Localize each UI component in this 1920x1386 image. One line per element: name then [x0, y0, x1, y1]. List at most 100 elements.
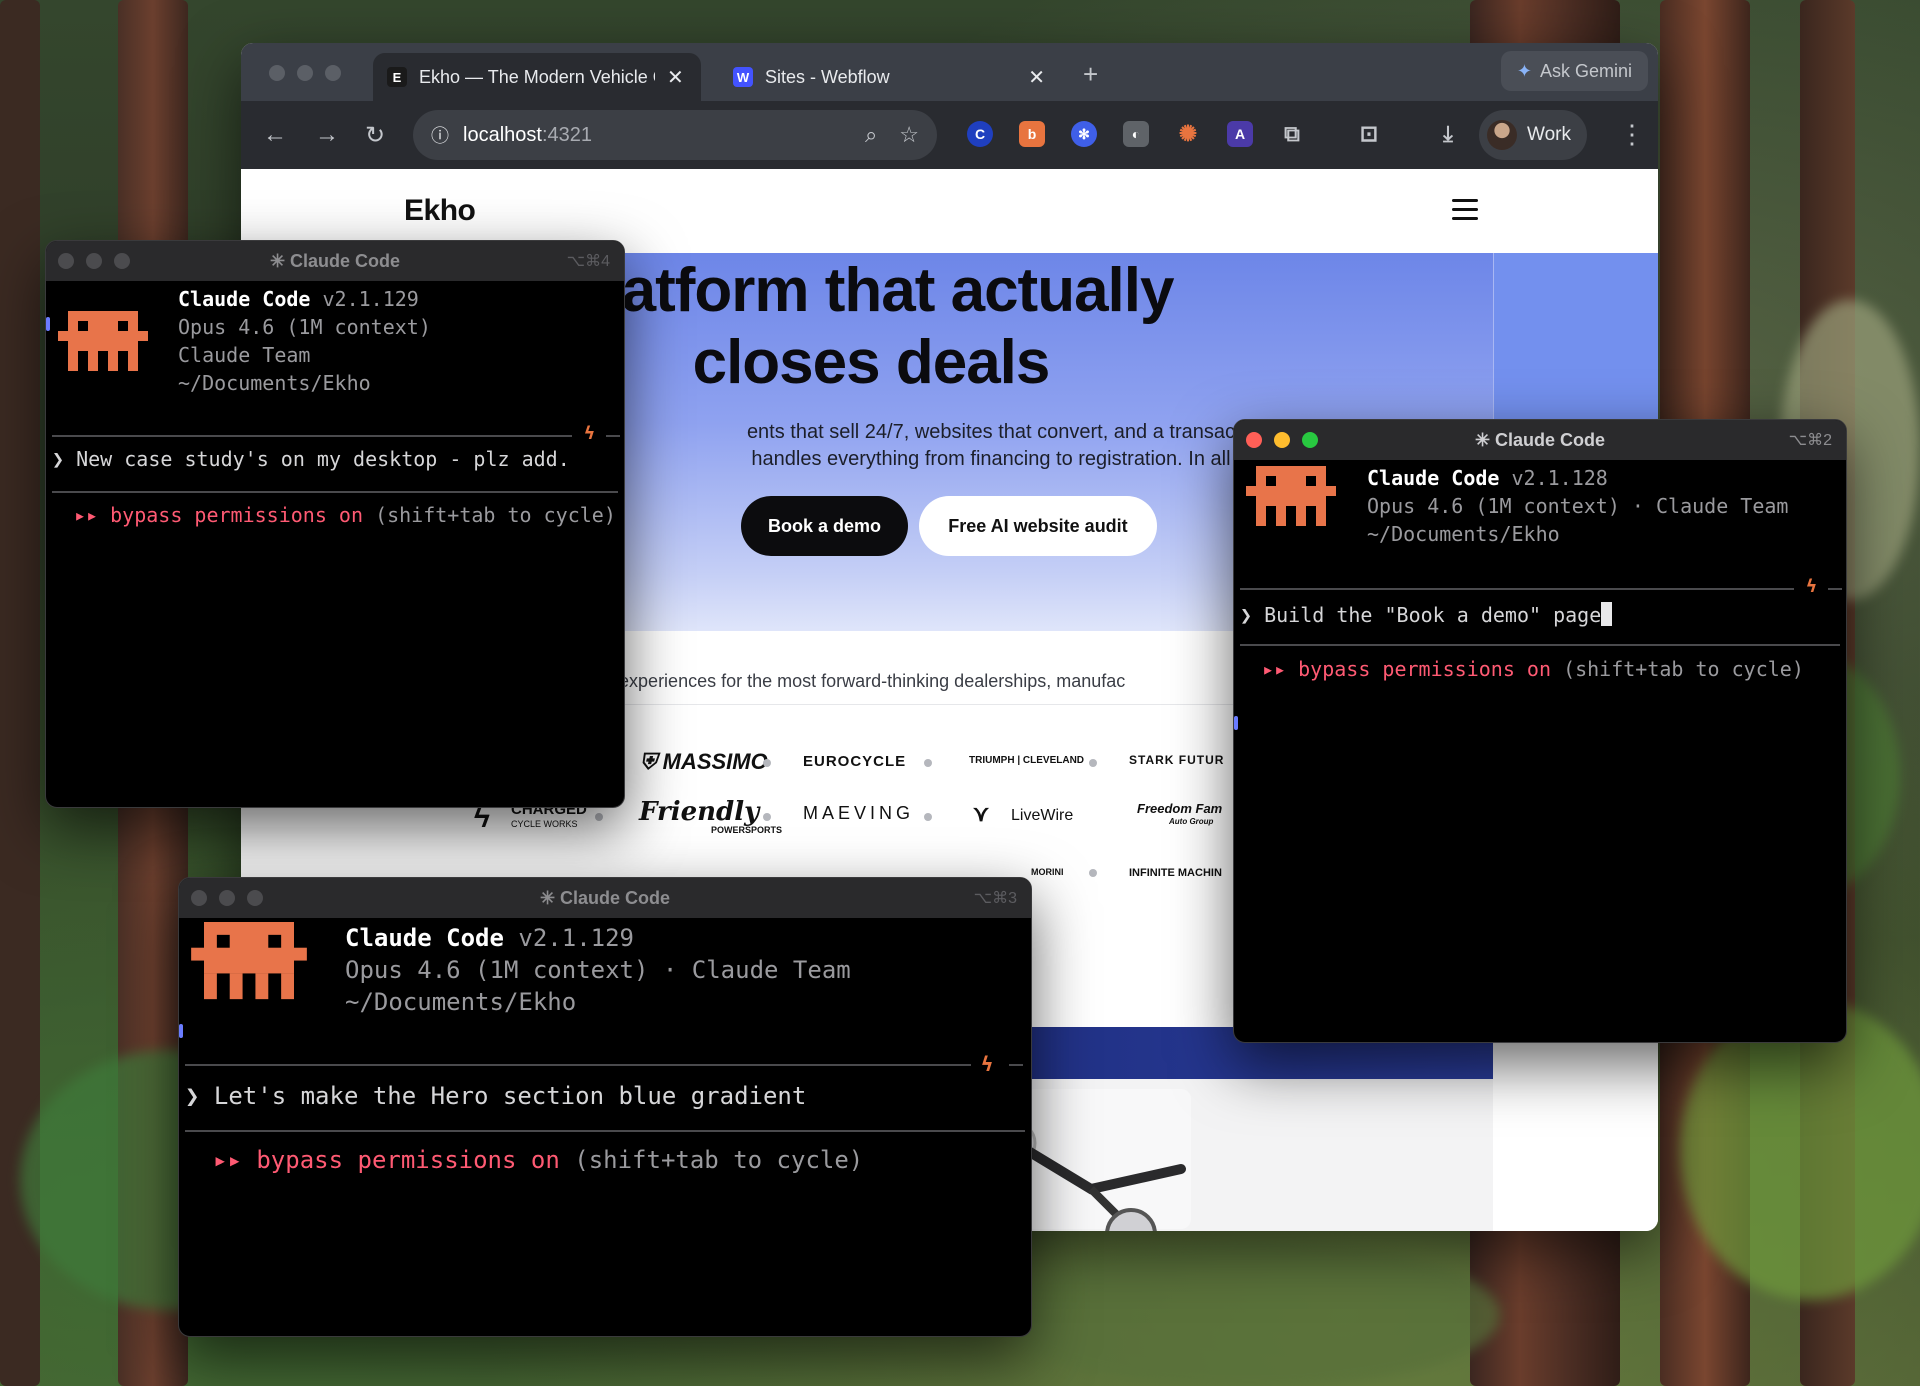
- claude-mascot-icon: [191, 922, 307, 1000]
- permission-hint: (shift+tab to cycle): [1563, 657, 1804, 681]
- prompt-text: ❯ Build the "Book a demo" page: [1240, 603, 1602, 627]
- freedom-logo: Freedom Fam: [1137, 801, 1223, 816]
- terminal-window-4[interactable]: ✳ Claude Code ⌥⌘4 Claude Code v2.1.129 O…: [45, 240, 625, 808]
- working-dir: ~/Documents/Ekho: [345, 988, 577, 1016]
- divider: [1009, 1064, 1023, 1066]
- close-window-button[interactable]: [1246, 432, 1262, 448]
- window-controls: [191, 890, 263, 906]
- minimize-window-button[interactable]: [297, 65, 313, 81]
- menu-icon[interactable]: ⋮: [1619, 119, 1645, 150]
- separator-dot: [595, 813, 603, 821]
- permission-status: ▸▸ bypass permissions on (shift+tab to c…: [74, 503, 616, 527]
- zoom-icon[interactable]: ⌕: [865, 122, 877, 148]
- book-demo-button[interactable]: Book a demo: [741, 496, 908, 556]
- extension-c-icon[interactable]: C: [967, 121, 993, 147]
- scroll-marker: [46, 317, 50, 331]
- terminal-titlebar[interactable]: ✳ Claude Code ⌥⌘4: [46, 241, 624, 281]
- model-info: Opus 4.6 (1M context) · Claude Team: [345, 956, 851, 984]
- close-tab-icon[interactable]: ✕: [1028, 65, 1045, 90]
- maeving-logo: MAEVING: [803, 803, 915, 823]
- reload-icon[interactable]: ↻: [365, 121, 385, 150]
- maximize-window-button[interactable]: [247, 890, 263, 906]
- permission-hint: (shift+tab to cycle): [574, 1146, 864, 1174]
- close-window-button[interactable]: [269, 65, 285, 81]
- ask-gemini-label: Ask Gemini: [1539, 60, 1632, 81]
- address-bar[interactable]: ⓘ localhost:4321 ⌕ ☆: [413, 110, 937, 160]
- extension-orange-icon[interactable]: b: [1019, 121, 1045, 147]
- freedom-sub: Auto Group: [1169, 817, 1214, 826]
- site-logo[interactable]: Ekho: [404, 194, 476, 228]
- fast-forward-icon: ▸▸: [213, 1146, 242, 1174]
- app-version: v2.1.128: [1511, 466, 1608, 490]
- separator-dot: [763, 813, 771, 821]
- hamburger-icon[interactable]: [1452, 199, 1478, 220]
- window-controls: [269, 65, 341, 81]
- terminal-window-2[interactable]: ✳ Claude Code ⌥⌘2 Claude Code v2.1.128 O…: [1233, 419, 1847, 1043]
- model-info: Opus 4.6 (1M context) · Claude Team: [1367, 494, 1789, 518]
- terminal-window-3[interactable]: ✳ Claude Code ⌥⌘3 Claude Code v2.1.129 O…: [178, 877, 1032, 1337]
- app-name: Claude Code: [345, 924, 504, 952]
- back-icon[interactable]: ←: [263, 121, 287, 149]
- bolt-icon: ϟ: [981, 1052, 994, 1076]
- divider: [52, 435, 572, 437]
- stark-logo: STARK FUTUR: [1129, 753, 1225, 767]
- terminal-titlebar[interactable]: ✳ Claude Code ⌥⌘3: [179, 878, 1031, 918]
- morini-logo: MORINI: [1031, 867, 1064, 877]
- team-info: Claude Team: [178, 343, 311, 367]
- working-dir: ~/Documents/Ekho: [178, 371, 371, 395]
- permission-mode: bypass permissions on: [1298, 657, 1552, 681]
- tab-search-icon[interactable]: ⊡: [1356, 121, 1382, 147]
- ai-audit-button[interactable]: Free AI website audit: [919, 496, 1157, 556]
- tab-ekho[interactable]: E Ekho — The Modern Vehicle C ✕: [373, 53, 701, 101]
- terminal-titlebar[interactable]: ✳ Claude Code ⌥⌘2: [1234, 420, 1846, 460]
- divider: [606, 435, 620, 437]
- session-info: Claude Code v2.1.129 Opus 4.6 (1M contex…: [178, 285, 431, 397]
- separator-dot: [763, 759, 771, 767]
- app-name: Claude Code: [1367, 466, 1500, 490]
- browser-toolbar: ← → ↻ ⓘ localhost:4321 ⌕ ☆ C b ✻ ◐ ✺ A ⧉…: [241, 101, 1658, 169]
- profile-button[interactable]: Work: [1479, 110, 1587, 160]
- permission-mode: bypass permissions on: [256, 1146, 560, 1174]
- extension-a-icon[interactable]: A: [1227, 121, 1253, 147]
- maximize-window-button[interactable]: [114, 253, 130, 269]
- extension-shield-icon[interactable]: ◐: [1123, 121, 1149, 147]
- fast-forward-icon: ▸▸: [1262, 657, 1287, 681]
- close-window-button[interactable]: [58, 253, 74, 269]
- prompt-input[interactable]: ❯ New case study's on my desktop - plz a…: [52, 447, 570, 471]
- site-info-icon[interactable]: ⓘ: [431, 122, 449, 148]
- avatar: [1487, 120, 1517, 150]
- extensions-icon[interactable]: ⧉: [1279, 121, 1305, 147]
- minimize-window-button[interactable]: [86, 253, 102, 269]
- new-tab-button[interactable]: +: [1083, 59, 1098, 90]
- tab-bar: E Ekho — The Modern Vehicle C ✕ W Sites …: [241, 43, 1658, 101]
- maximize-window-button[interactable]: [1302, 432, 1318, 448]
- prompt-input[interactable]: ❯ Build the "Book a demo" page: [1240, 602, 1613, 627]
- forward-icon[interactable]: →: [315, 121, 339, 149]
- tab-title: Sites - Webflow: [764, 66, 890, 87]
- prompt-input[interactable]: ❯ Let's make the Hero section blue gradi…: [185, 1082, 806, 1110]
- minimize-window-button[interactable]: [219, 890, 235, 906]
- download-icon[interactable]: ⤓: [1435, 121, 1461, 147]
- gemini-icon: ✦: [1516, 60, 1532, 81]
- claude-extension-icon[interactable]: ✺: [1175, 121, 1201, 147]
- divider: [185, 1130, 1025, 1132]
- ask-gemini-button[interactable]: ✦ Ask Gemini: [1500, 51, 1648, 91]
- window-controls: [58, 253, 130, 269]
- divider: [1828, 588, 1842, 590]
- url-port: :4321: [541, 123, 592, 146]
- terminal-shortcut: ⌥⌘2: [1788, 432, 1832, 449]
- permission-mode: bypass permissions on: [110, 503, 364, 527]
- tab-webflow[interactable]: W Sites - Webflow ✕: [719, 53, 1059, 101]
- maximize-window-button[interactable]: [325, 65, 341, 81]
- minimize-window-button[interactable]: [1274, 432, 1290, 448]
- close-window-button[interactable]: [191, 890, 207, 906]
- model-info: Opus 4.6 (1M context): [178, 315, 431, 339]
- close-tab-icon[interactable]: ✕: [667, 65, 684, 90]
- friendly-sub: POWERSPORTS: [711, 825, 783, 835]
- bookmark-star-icon[interactable]: ☆: [899, 122, 919, 148]
- extension-gear-icon[interactable]: ✻: [1071, 121, 1097, 147]
- ekho-favicon-icon: E: [387, 67, 407, 87]
- livewire-icon: ⋎: [973, 801, 990, 826]
- working-dir: ~/Documents/Ekho: [1367, 522, 1560, 546]
- bolt-icon: ϟ: [1806, 576, 1817, 597]
